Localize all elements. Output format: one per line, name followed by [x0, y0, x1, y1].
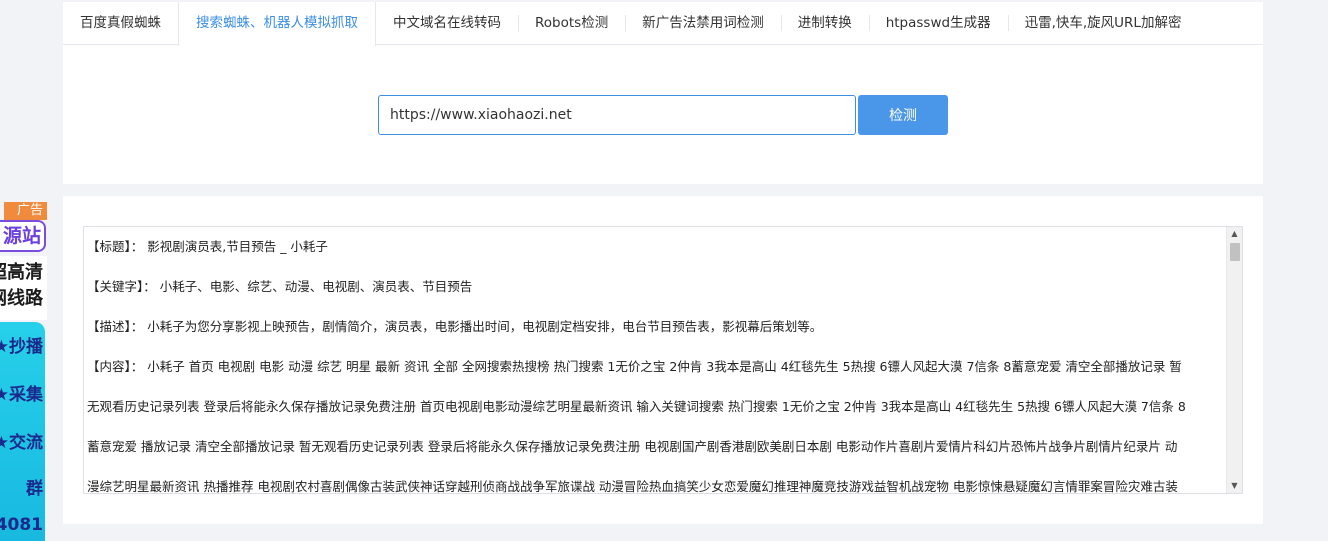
ad-item-2: 采集★	[0, 385, 43, 405]
check-button[interactable]: 检测	[858, 95, 948, 135]
tab-robots-check[interactable]: Robots检测	[518, 2, 625, 44]
ad-item-4: 群	[26, 479, 43, 499]
ad-white-panel: 超高清 网线路	[0, 256, 47, 320]
tab-url-encode[interactable]: 迅雷,快车,旋风URL加解密	[1007, 2, 1199, 44]
side-advertisement[interactable]: 广告 源站 超高清 网线路 抄播★ 采集★ 交流★ 群 4081	[0, 200, 47, 541]
ad-site-badge: 源站	[0, 220, 46, 252]
tab-baidu-spider[interactable]: 百度真假蜘蛛	[63, 2, 178, 44]
tab-base-convert[interactable]: 进制转换	[780, 2, 869, 44]
content-line-1: 小耗子 首页 电视剧 电影 动漫 综艺 明星 最新 资讯 全部 全网搜索热搜榜 …	[143, 359, 1182, 374]
ad-item-1: 抄播★	[0, 337, 43, 357]
title-value: 影视剧演员表,节目预告 _ 小耗子	[147, 239, 328, 254]
vertical-scrollbar[interactable]: ▲ ▼	[1226, 227, 1242, 493]
ad-item-3: 交流★	[0, 433, 43, 453]
title-label: 【标题】：	[87, 239, 144, 254]
tab-htpasswd[interactable]: htpasswd生成器	[868, 2, 1008, 44]
tab-spider-simulation[interactable]: 搜索蜘蛛、机器人模拟抓取	[178, 2, 376, 46]
result-keywords-line: 【关键字】： 小耗子、电影、综艺、动漫、电视剧、演员表、节目预告	[87, 267, 1222, 307]
scroll-down-arrow-icon[interactable]: ▼	[1227, 479, 1242, 493]
ad-cyan-panel: 抄播★ 采集★ 交流★ 群 4081	[0, 322, 45, 541]
content-line: 无观看历史记录列表 登录后将能永久保存播放记录免费注册 首页电视剧电影动漫综艺明…	[87, 399, 1186, 414]
result-card: 【标题】： 影视剧演员表,节目预告 _ 小耗子 【关键字】： 小耗子、电影、综艺…	[63, 196, 1263, 524]
ad-line-1: 超高清	[0, 262, 43, 283]
check-form: 检测	[378, 95, 948, 135]
url-input[interactable]	[378, 95, 856, 135]
scroll-up-arrow-icon[interactable]: ▲	[1227, 227, 1242, 241]
tab-chinese-domain[interactable]: 中文域名在线转码	[376, 2, 518, 44]
ad-line-2: 网线路	[0, 288, 43, 309]
result-content-line: 【内容】： 小耗子 首页 电视剧 电影 动漫 综艺 明星 最新 资讯 全部 全网…	[87, 347, 1222, 387]
result-content: 【标题】： 影视剧演员表,节目预告 _ 小耗子 【关键字】： 小耗子、电影、综艺…	[84, 227, 1226, 494]
tool-card: 百度真假蜘蛛 搜索蜘蛛、机器人模拟抓取 中文域名在线转码 Robots检测 新广…	[63, 2, 1263, 184]
content-line: 漫综艺明星最新资讯 热播推荐 电视剧农村喜剧偶像古装武侠神话穿越刑侦商战战争军旅…	[87, 479, 1178, 494]
ad-number: 4081	[0, 515, 43, 535]
description-label: 【描述】：	[87, 319, 144, 334]
keywords-label: 【关键字】：	[87, 279, 156, 294]
tab-bar: 百度真假蜘蛛 搜索蜘蛛、机器人模拟抓取 中文域名在线转码 Robots检测 新广…	[63, 2, 1263, 46]
result-textarea[interactable]: 【标题】： 影视剧演员表,节目预告 _ 小耗子 【关键字】： 小耗子、电影、综艺…	[83, 226, 1243, 494]
description-value: 小耗子为您分享影视上映预告，剧情简介，演员表，电影播出时间，电视剧定档安排，电台…	[147, 319, 823, 334]
tab-ad-law-check[interactable]: 新广告法禁用词检测	[625, 2, 781, 44]
result-description-line: 【描述】： 小耗子为您分享影视上映预告，剧情简介，演员表，电影播出时间，电视剧定…	[87, 307, 1222, 347]
keywords-value: 小耗子、电影、综艺、动漫、电视剧、演员表、节目预告	[159, 279, 473, 294]
content-label: 【内容】：	[87, 359, 144, 374]
scroll-thumb[interactable]	[1230, 243, 1240, 261]
result-title-line: 【标题】： 影视剧演员表,节目预告 _ 小耗子	[87, 227, 1222, 267]
ad-tag: 广告	[4, 202, 47, 220]
content-line: 蓄意宠爱 播放记录 清空全部播放记录 暂无观看历史记录列表 登录后将能永久保存播…	[87, 439, 1178, 454]
